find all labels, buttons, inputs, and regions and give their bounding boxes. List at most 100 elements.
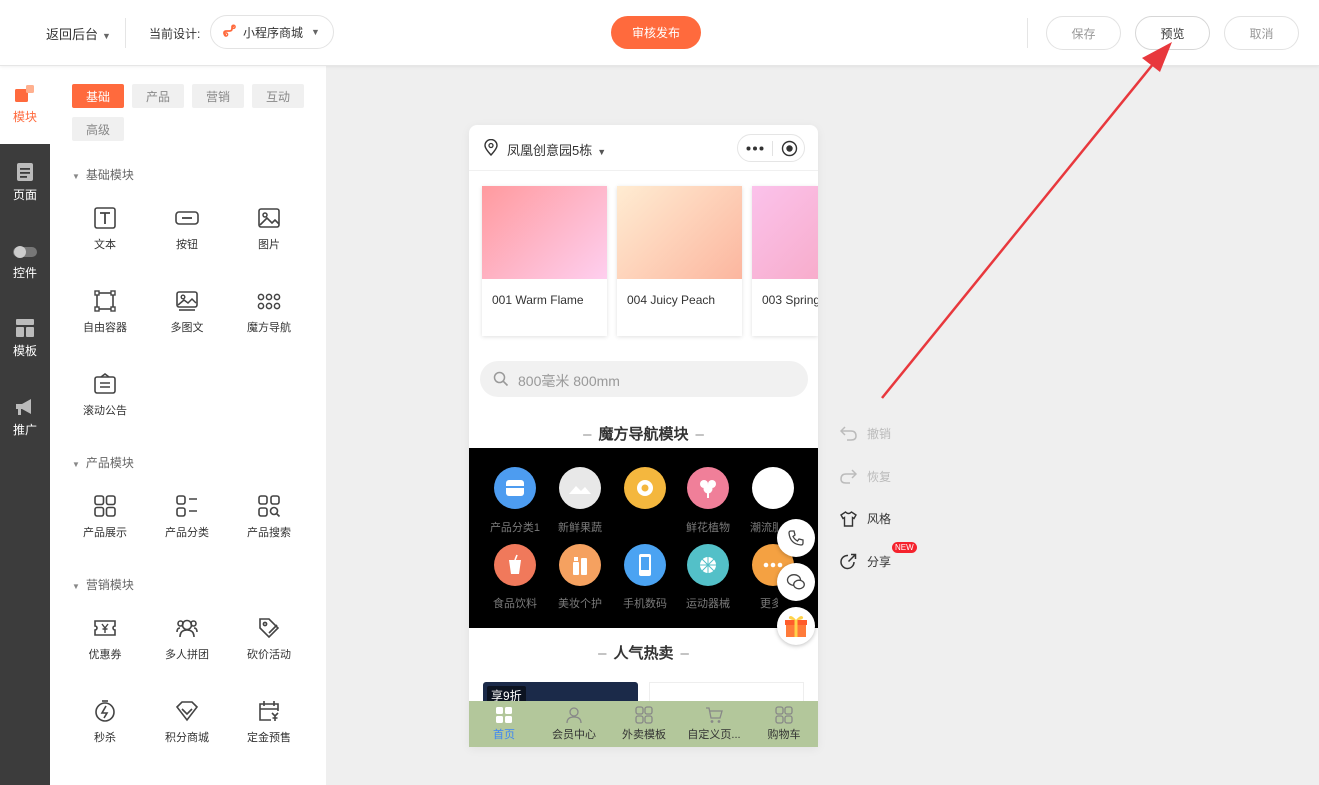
card-item[interactable]: 003 Spring	[752, 186, 818, 336]
module-multi-image-text[interactable]: 多图文	[152, 289, 222, 335]
module-scroll-notice[interactable]: 滚动公告	[70, 372, 140, 418]
tab-cart[interactable]: 购物车	[749, 706, 818, 742]
capsule-divider	[772, 141, 773, 156]
tab-advanced[interactable]: 高级	[72, 117, 124, 141]
nav-item-label: 新鲜果蔬	[558, 522, 602, 534]
miniprogram-capsule[interactable]	[737, 134, 805, 162]
nav-item-templates[interactable]: 模板	[0, 318, 50, 359]
preview-button[interactable]: 预览	[1135, 16, 1210, 50]
module-label: 自由容器	[83, 322, 127, 334]
module-label: 优惠券	[88, 649, 122, 661]
save-button[interactable]: 保存	[1046, 16, 1121, 50]
module-label: 产品搜索	[247, 527, 291, 539]
phone-call-icon	[788, 530, 804, 546]
module-label: 按钮	[176, 239, 198, 251]
nav-icon-beauty[interactable]	[559, 544, 601, 586]
nav-icon-fruits[interactable]	[559, 467, 601, 509]
tab-home[interactable]: 首页	[469, 706, 539, 742]
redo-button[interactable]: 恢复	[840, 468, 891, 485]
module-button[interactable]: 按钮	[152, 206, 222, 252]
module-free-container[interactable]: 自由容器	[70, 289, 140, 335]
card-label: 004 Juicy Peach	[627, 293, 716, 307]
nav-icon-phones[interactable]	[624, 544, 666, 586]
tab-custom-page[interactable]: 自定义页...	[679, 706, 749, 742]
module-text[interactable]: 文本	[70, 206, 140, 252]
nav-icon-flowers[interactable]	[687, 467, 729, 509]
nav-item-pages[interactable]: 页面	[0, 162, 50, 203]
nav-item-promotion[interactable]: 推广	[0, 397, 50, 438]
back-label: 返回后台	[46, 27, 99, 42]
phone-preview[interactable]: 凤凰创意园5栋 ▼ 001 Warm Flame 004 Juicy Peach …	[469, 125, 818, 747]
tab-member[interactable]: 会员中心	[539, 706, 609, 742]
group-icon	[176, 619, 198, 638]
nav-item-label: 潮流服	[750, 522, 778, 534]
nav-icon-fashion[interactable]	[752, 467, 794, 509]
tab-label: 自定义页...	[687, 729, 741, 741]
gallery-icon	[176, 291, 198, 311]
card-carousel[interactable]: 001 Warm Flame 004 Juicy Peach 003 Sprin…	[482, 186, 818, 336]
module-points-mall[interactable]: 积分商城	[152, 699, 222, 745]
card-item[interactable]: 004 Juicy Peach	[617, 186, 742, 336]
grid-icon	[775, 706, 793, 724]
calendar-yen-icon	[259, 701, 279, 721]
chevron-down-icon: ▼	[597, 147, 607, 157]
cosmetics-icon	[573, 557, 587, 575]
card-item[interactable]: 001 Warm Flame	[482, 186, 607, 336]
tab-basic[interactable]: 基础	[72, 84, 124, 108]
module-product-display[interactable]: 产品展示	[70, 494, 140, 540]
design-select[interactable]: 小程序商城 ▼	[210, 15, 334, 49]
module-group-buy[interactable]: 多人拼团	[152, 616, 222, 662]
module-presale[interactable]: 定金预售	[234, 699, 304, 745]
wechat-button[interactable]	[777, 563, 815, 601]
tab-label: 首页	[493, 729, 515, 741]
nav-item-label: 鲜花植物	[686, 522, 730, 534]
module-coupon[interactable]: 优惠券	[70, 616, 140, 662]
container-icon	[94, 290, 116, 312]
undo-button[interactable]: 撤销	[840, 425, 891, 442]
nav-item-label: 食品饮料	[493, 598, 537, 610]
hot-title-text: 人气热卖	[613, 645, 674, 662]
gift-button[interactable]	[777, 607, 815, 645]
section-title-product[interactable]: ▼ 产品模块	[72, 454, 134, 471]
nav-item-controls[interactable]: 控件	[0, 244, 50, 281]
module-bargain[interactable]: 砍价活动	[234, 616, 304, 662]
section-title-marketing[interactable]: ▼ 营销模块	[72, 576, 134, 593]
location-selector[interactable]: 凤凰创意园5栋 ▼	[507, 140, 606, 159]
nav-icon-food[interactable]	[494, 544, 536, 586]
module-label: 图片	[258, 239, 280, 251]
flower-icon	[700, 480, 716, 498]
phone-icon	[639, 554, 651, 576]
module-product-category[interactable]: 产品分类	[152, 494, 222, 540]
module-flash-sale[interactable]: 秒杀	[70, 699, 140, 745]
back-to-admin-button[interactable]: 返回后台 ▼	[46, 24, 111, 43]
nav-label: 控件	[12, 266, 37, 280]
section-title-text: 基础模块	[85, 168, 134, 182]
nav-item-label: 运动器械	[686, 598, 730, 610]
publish-button[interactable]: 审核发布	[611, 16, 701, 49]
left-nav: 模块 页面 控件 模板 推广	[0, 66, 50, 785]
cancel-button[interactable]: 取消	[1224, 16, 1299, 50]
style-button[interactable]: 风格	[840, 510, 891, 527]
tab-interaction[interactable]: 互动	[252, 84, 304, 108]
module-product-search[interactable]: 产品搜索	[234, 494, 304, 540]
share-button[interactable]: 分享	[840, 553, 891, 570]
tab-product[interactable]: 产品	[132, 84, 184, 108]
tab-takeout[interactable]: 外卖模板	[609, 706, 679, 742]
card-swatch	[482, 186, 607, 279]
share-label: 分享	[867, 555, 892, 569]
nav-item-modules[interactable]: 模块	[0, 84, 50, 125]
image-icon	[258, 208, 280, 228]
page-icon	[17, 163, 33, 181]
nav-icon-sports[interactable]	[687, 544, 729, 586]
price-tag-icon	[259, 618, 280, 639]
tab-marketing[interactable]: 营销	[192, 84, 244, 108]
divider	[1027, 18, 1028, 48]
section-title-basic[interactable]: ▼ 基础模块	[72, 166, 134, 183]
nav-icon-category[interactable]	[494, 467, 536, 509]
call-button[interactable]	[777, 519, 815, 557]
module-cube-nav[interactable]: 魔方导航	[234, 289, 304, 335]
nav-icon-3[interactable]	[624, 467, 666, 509]
module-image[interactable]: 图片	[234, 206, 304, 252]
caret-down-icon: ▼	[72, 460, 80, 469]
search-input[interactable]: 800毫米 800mm	[480, 361, 808, 397]
